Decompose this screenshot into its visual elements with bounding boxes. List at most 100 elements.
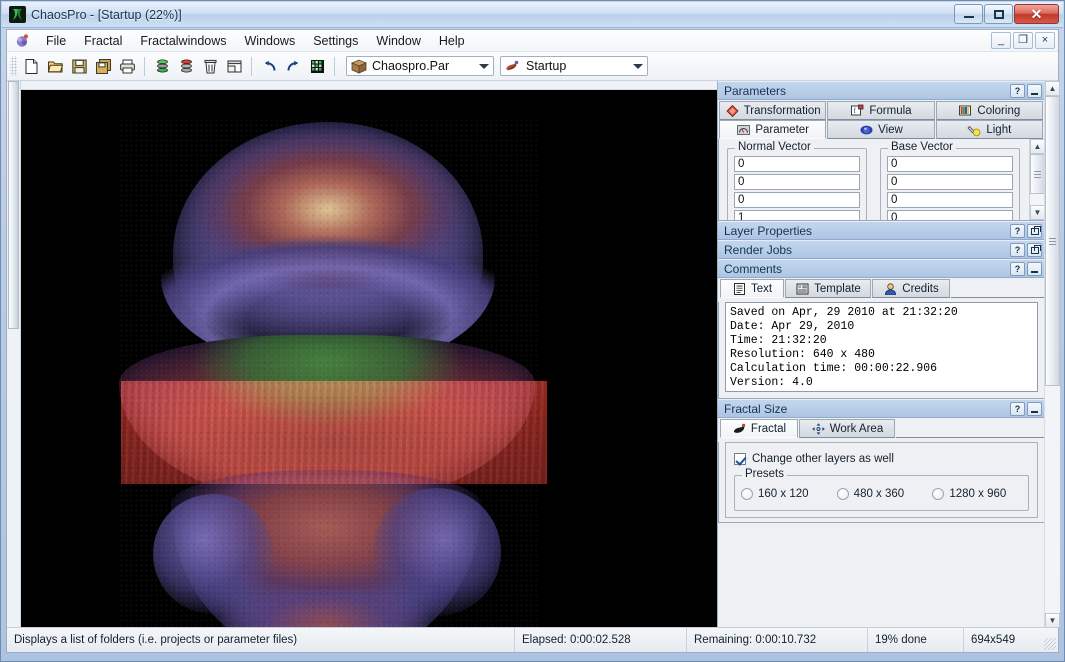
tab-fractal[interactable]: Fractal bbox=[720, 419, 798, 438]
preset-160x120-radio[interactable] bbox=[741, 488, 753, 500]
fractal-combo[interactable]: Startup bbox=[500, 56, 648, 76]
fractal-size-panel-header[interactable]: Fractal Size ? bbox=[718, 399, 1045, 418]
project-combo[interactable]: Chaospro.Par bbox=[346, 56, 494, 76]
tab-formula-label: Formula bbox=[869, 104, 912, 117]
menu-windows[interactable]: Windows bbox=[236, 32, 305, 50]
resize-grip-icon[interactable] bbox=[1044, 638, 1056, 650]
menu-fractal[interactable]: Fractal bbox=[75, 32, 131, 50]
preset-1280x960[interactable]: 1280 x 960 bbox=[932, 488, 1022, 500]
dock-scroll-down-arrow[interactable]: ▼ bbox=[1045, 613, 1060, 628]
normal-vector-input-3[interactable] bbox=[734, 210, 860, 220]
fractal-combo-value: Startup bbox=[526, 59, 567, 73]
normal-vector-label: Normal Vector bbox=[735, 141, 814, 153]
close-button[interactable]: ✕ bbox=[1014, 4, 1059, 24]
fractal-render-area[interactable] bbox=[21, 90, 717, 628]
parameters-scroll-up-arrow[interactable]: ▲ bbox=[1030, 139, 1044, 154]
menu-window[interactable]: Window bbox=[367, 32, 429, 50]
dock-scroll-track[interactable] bbox=[1045, 96, 1060, 613]
dock-scroll-up-arrow[interactable]: ▲ bbox=[1045, 81, 1060, 96]
status-remaining: Remaining: 0:00:10.732 bbox=[687, 628, 868, 652]
fractal-canvas-window[interactable] bbox=[7, 81, 717, 628]
canvas-vertical-scrollbar[interactable] bbox=[7, 81, 21, 628]
render-jobs-help-button[interactable]: ? bbox=[1010, 243, 1025, 257]
undo-button[interactable] bbox=[257, 54, 281, 78]
parameters-scroll-down-arrow[interactable]: ▼ bbox=[1030, 205, 1044, 220]
minimize-dash-icon-3 bbox=[1031, 410, 1038, 413]
base-vector-input-3[interactable] bbox=[887, 210, 1013, 220]
toolbar-grip[interactable] bbox=[10, 56, 17, 76]
parameters-scroll-thumb[interactable] bbox=[1030, 154, 1044, 194]
print-button[interactable] bbox=[115, 54, 139, 78]
menu-settings[interactable]: Settings bbox=[304, 32, 367, 50]
redo-button[interactable] bbox=[281, 54, 305, 78]
tab-transformation[interactable]: Transformation bbox=[719, 101, 827, 120]
layers-red-button[interactable] bbox=[174, 54, 198, 78]
parameters-panel-header[interactable]: Parameters ? bbox=[718, 81, 1045, 100]
change-layers-row[interactable]: Change other layers as well bbox=[734, 453, 1029, 465]
parameters-minimize-button[interactable] bbox=[1027, 84, 1042, 98]
change-other-layers-checkbox[interactable] bbox=[734, 453, 746, 465]
base-vector-input-2[interactable] bbox=[887, 192, 1013, 208]
open-button[interactable] bbox=[43, 54, 67, 78]
layer-properties-panel-header[interactable]: Layer Properties ? bbox=[718, 221, 1045, 240]
dock-scroll-thumb[interactable] bbox=[1045, 96, 1060, 386]
parameters-help-button[interactable]: ? bbox=[1010, 84, 1025, 98]
canvas-horizontal-scrollbar[interactable] bbox=[7, 81, 717, 90]
menu-file[interactable]: File bbox=[37, 32, 75, 50]
delete-button[interactable] bbox=[198, 54, 222, 78]
comments-textarea[interactable]: Saved on Apr, 29 2010 at 21:32:20 Date: … bbox=[725, 302, 1038, 392]
fractal-size-tabrow-filler bbox=[896, 419, 1045, 438]
tab-light[interactable]: Light bbox=[935, 120, 1043, 139]
mdi-restore-button[interactable]: ❐ bbox=[1013, 32, 1033, 49]
tab-work-area[interactable]: Work Area bbox=[799, 419, 895, 438]
save-all-button[interactable] bbox=[91, 54, 115, 78]
preset-1280x960-radio[interactable] bbox=[932, 488, 945, 500]
new-button[interactable] bbox=[19, 54, 43, 78]
menu-fractalwindows[interactable]: Fractalwindows bbox=[131, 32, 235, 50]
tab-credits[interactable]: Credits bbox=[872, 279, 950, 298]
render-jobs-panel-header[interactable]: Render Jobs ? bbox=[718, 240, 1045, 259]
preset-480x360[interactable]: 480 x 360 bbox=[836, 488, 927, 500]
canvas-scroll-thumb[interactable] bbox=[8, 81, 19, 329]
comments-title: Comments bbox=[724, 261, 783, 276]
tab-template[interactable]: Template bbox=[785, 279, 871, 298]
normal-vector-input-0[interactable] bbox=[734, 156, 860, 172]
palette-button[interactable] bbox=[305, 54, 329, 78]
base-vector-input-1[interactable] bbox=[887, 174, 1013, 190]
parameters-scroll-track[interactable] bbox=[1030, 154, 1044, 205]
mdi-close-button[interactable]: × bbox=[1035, 32, 1055, 49]
window-controls: ✕ bbox=[954, 4, 1059, 24]
minimize-button[interactable] bbox=[954, 4, 983, 24]
menu-help[interactable]: Help bbox=[430, 32, 474, 50]
layer-properties-restore-button[interactable] bbox=[1027, 224, 1042, 238]
comments-help-button[interactable]: ? bbox=[1010, 262, 1025, 276]
comments-minimize-button[interactable] bbox=[1027, 262, 1042, 276]
tab-credits-label: Credits bbox=[902, 282, 939, 295]
dock-scrollbar[interactable]: ▲ ▼ bbox=[1044, 81, 1060, 628]
window-tile-button[interactable] bbox=[222, 54, 246, 78]
fractal-size-help-button[interactable]: ? bbox=[1010, 402, 1025, 416]
text-document-icon bbox=[733, 282, 745, 295]
minimize-icon bbox=[963, 16, 974, 18]
fractal-size-minimize-button[interactable] bbox=[1027, 402, 1042, 416]
comments-panel-header[interactable]: Comments ? bbox=[718, 259, 1045, 278]
presets-group: Presets 160 x 120 480 x 360 1280 x 960 bbox=[734, 468, 1029, 511]
tab-coloring[interactable]: Coloring bbox=[935, 101, 1043, 120]
mdi-minimize-button[interactable]: _ bbox=[991, 32, 1011, 49]
base-vector-input-0[interactable] bbox=[887, 156, 1013, 172]
preset-160x120[interactable]: 160 x 120 bbox=[741, 488, 831, 500]
preset-480x360-radio[interactable] bbox=[836, 488, 849, 500]
tab-formula[interactable]: f Formula bbox=[827, 101, 935, 120]
render-jobs-restore-button[interactable] bbox=[1027, 243, 1042, 257]
parameters-inner-scrollbar[interactable]: ▲ ▼ bbox=[1029, 139, 1044, 220]
normal-vector-input-2[interactable] bbox=[734, 192, 860, 208]
layers-green-button[interactable] bbox=[150, 54, 174, 78]
tab-text[interactable]: Text bbox=[720, 279, 784, 298]
maximize-button[interactable] bbox=[984, 4, 1013, 24]
normal-vector-input-1[interactable] bbox=[734, 174, 860, 190]
mdi-app-icon bbox=[16, 34, 28, 47]
tab-parameter[interactable]: Parameter bbox=[719, 120, 827, 139]
layer-properties-help-button[interactable]: ? bbox=[1010, 224, 1025, 238]
save-button[interactable] bbox=[67, 54, 91, 78]
tab-view[interactable]: View bbox=[827, 120, 935, 139]
